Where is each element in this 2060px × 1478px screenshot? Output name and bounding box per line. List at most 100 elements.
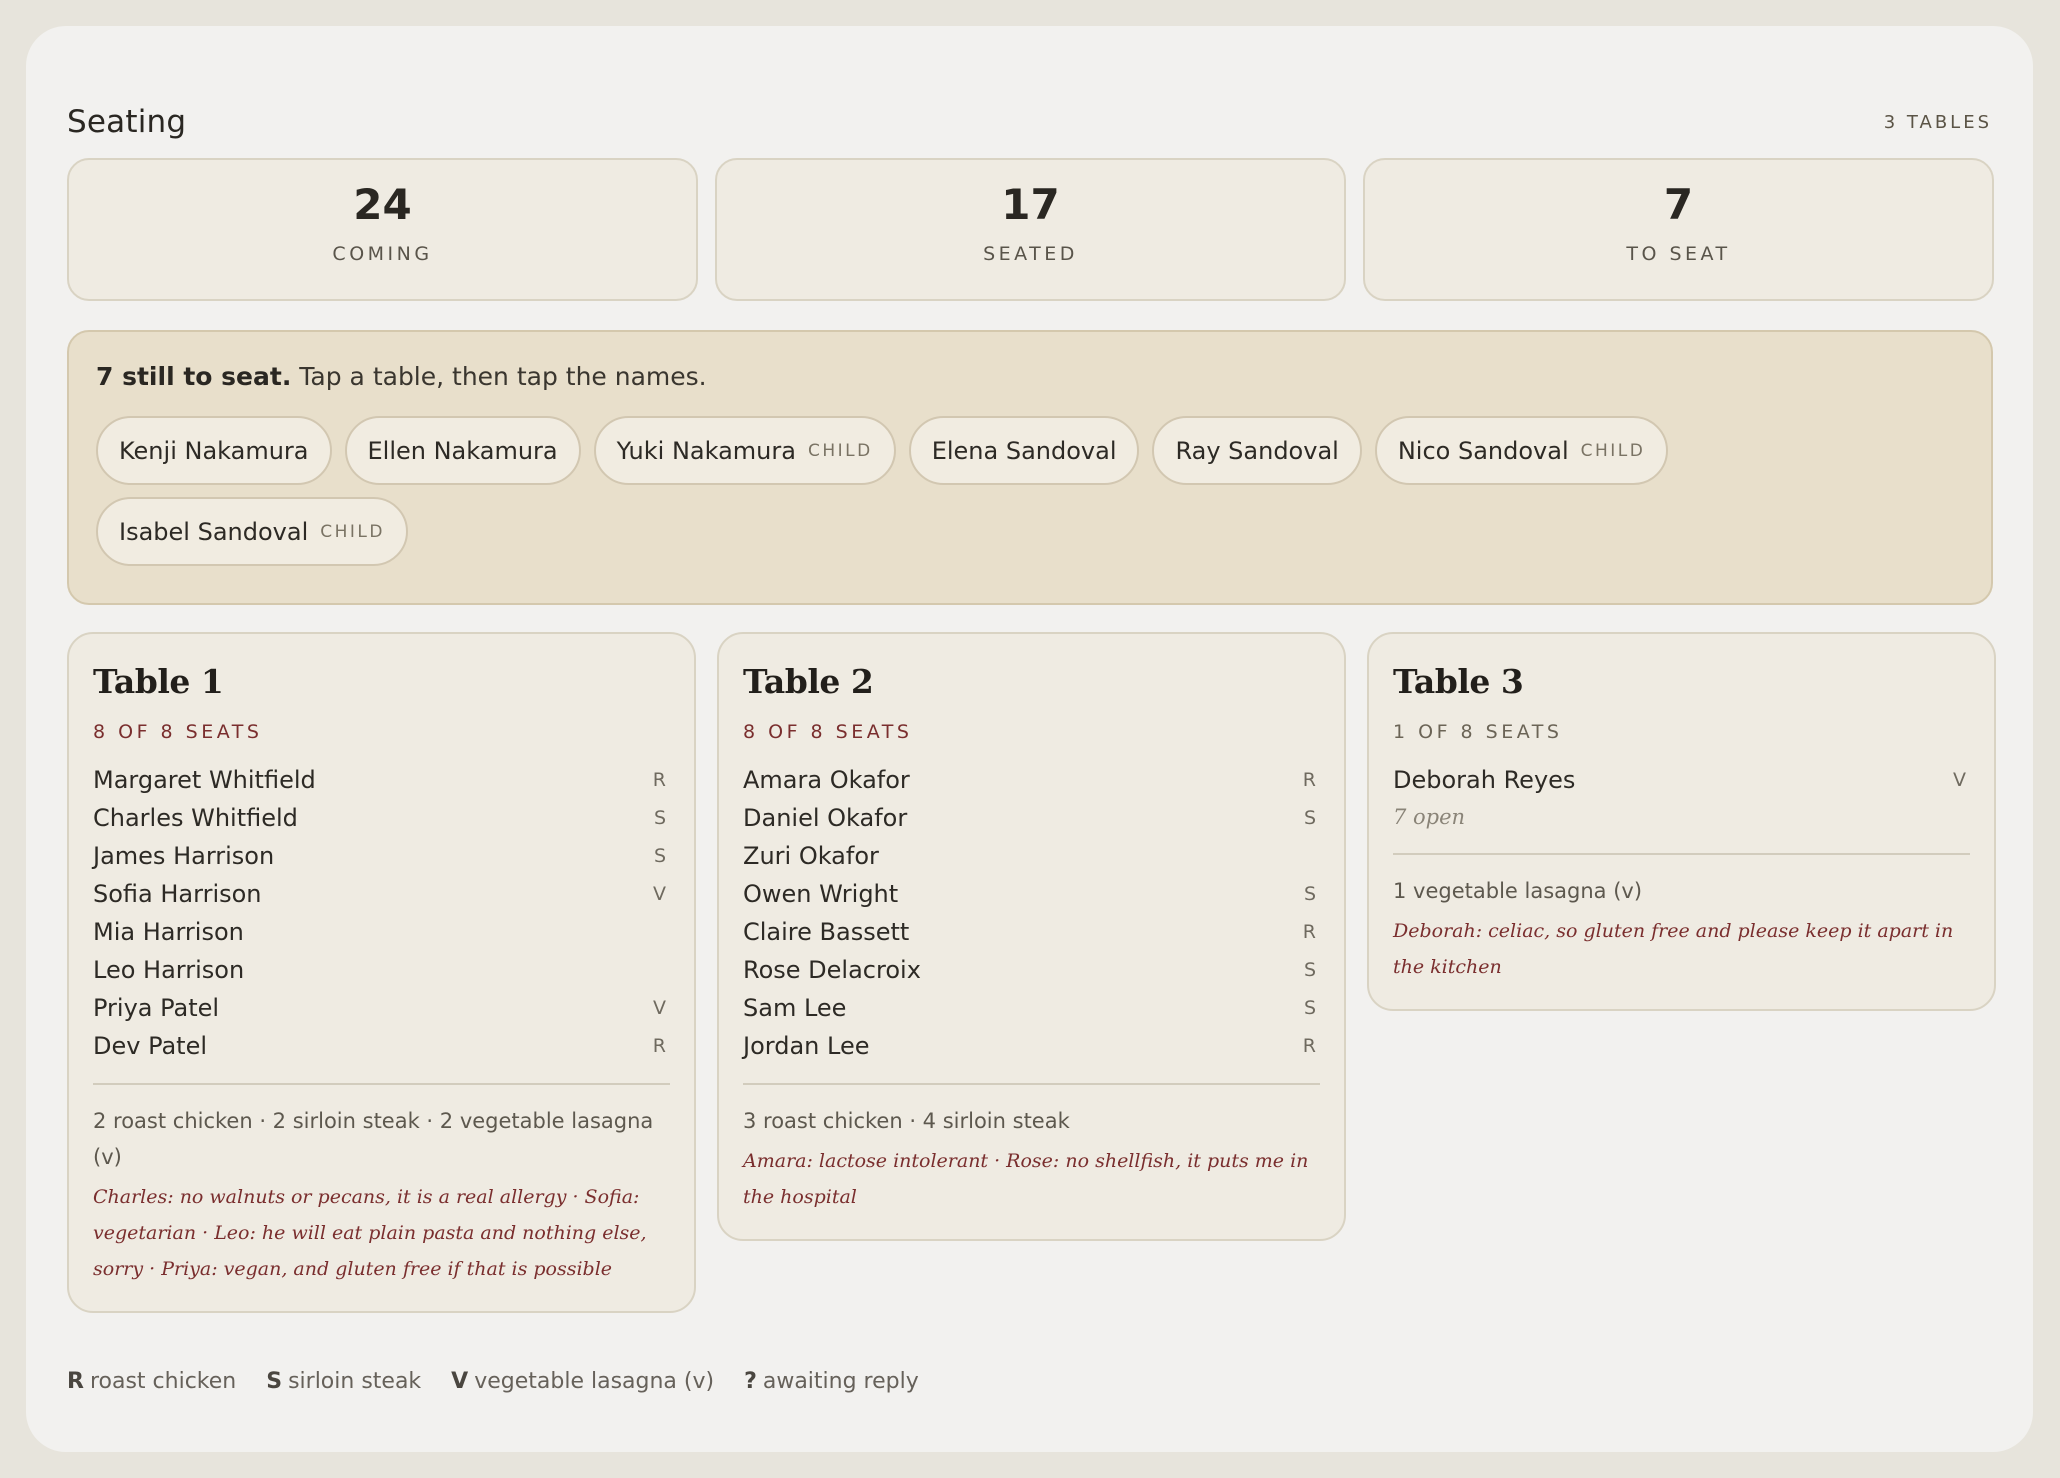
guest-name: Mia Harrison	[93, 918, 244, 946]
guest-name: Sofia Harrison	[93, 880, 262, 908]
legend-item: Vvegetable lasagna (v)	[451, 1369, 714, 1394]
table-guest[interactable]: Rose Delacroix S	[743, 951, 1320, 989]
stat-value: 7	[1663, 180, 1694, 229]
table-guest[interactable]: Deborah Reyes V	[1393, 761, 1970, 799]
dietary-notes: Charles: no walnuts or pecans, it is a r…	[93, 1186, 647, 1280]
legend-key: R	[67, 1369, 84, 1394]
unseated-guest-chip[interactable]: Isabel Sandoval CHILD	[96, 497, 408, 566]
guest-name: Zuri Okafor	[743, 842, 879, 870]
table-name: Table 1	[93, 662, 224, 701]
table-guest[interactable]: Leo Harrison	[93, 951, 670, 989]
table-guest[interactable]: Sam Lee S	[743, 989, 1320, 1027]
seating-card: Seating 3 TABLES 24 COMING 17 SEATED 7 T…	[26, 26, 2033, 1452]
table-guest[interactable]: Daniel Okafor S	[743, 799, 1320, 837]
stat-label: SEATED	[983, 243, 1078, 265]
guest-name: Kenji Nakamura	[119, 436, 309, 465]
guest-name: Rose Delacroix	[743, 956, 921, 984]
tables-grid: Table 1 8 OF 8 SEATS Margaret Whitfield R Ch…	[67, 632, 1996, 1313]
table-card-1[interactable]: Table 1 8 OF 8 SEATS Margaret Whitfield R Ch…	[67, 632, 696, 1313]
table-seat-count: 8 OF 8 SEATS	[743, 721, 913, 743]
stat-value: 17	[1001, 180, 1060, 229]
unseated-guest-chips: Kenji Nakamura Ellen Nakamura Yuki Nakamur…	[96, 416, 1696, 566]
guest-name: Jordan Lee	[743, 1032, 870, 1060]
guest-name: Priya Patel	[93, 994, 220, 1022]
guest-name: Claire Bassett	[743, 918, 910, 946]
divider	[93, 1083, 670, 1085]
guest-name: Amara Okafor	[743, 766, 910, 794]
table-card-2[interactable]: Table 2 8 OF 8 SEATS Amara Okafor R Daniel O…	[717, 632, 1346, 1241]
meal-code: R	[652, 1035, 666, 1057]
guest-name: Ellen Nakamura	[367, 436, 558, 465]
table-guest[interactable]: Margaret Whitfield R	[93, 761, 670, 799]
open-seats: 7 open	[1393, 805, 1466, 829]
table-guest[interactable]: Sofia Harrison V	[93, 875, 670, 913]
table-guest[interactable]: Owen Wright S	[743, 875, 1320, 913]
guest-name: James Harrison	[93, 842, 275, 870]
meal-summary: 1 vegetable lasagna (v)	[1393, 879, 1643, 903]
guest-name: Elena Sandoval	[931, 436, 1117, 465]
divider	[1393, 853, 1970, 855]
legend-label: vegetable lasagna (v)	[474, 1369, 715, 1394]
stat-seated: 17 SEATED	[715, 158, 1346, 301]
table-guest[interactable]: Amara Okafor R	[743, 761, 1320, 799]
table-guest-list: Margaret Whitfield R Charles Whitfield S Jam…	[93, 761, 670, 1065]
guest-name: Daniel Okafor	[743, 804, 908, 832]
unseated-guest-chip[interactable]: Kenji Nakamura	[96, 416, 332, 485]
table-guest[interactable]: Priya Patel V	[93, 989, 670, 1027]
legend-label: awaiting reply	[762, 1369, 919, 1394]
unseated-guest-chip[interactable]: Elena Sandoval	[908, 416, 1140, 485]
legend-key: V	[451, 1369, 469, 1394]
table-guest[interactable]: James Harrison S	[93, 837, 670, 875]
stat-label: TO SEAT	[1626, 243, 1731, 265]
page-title: Seating	[67, 104, 187, 140]
child-tag: CHILD	[807, 440, 873, 461]
meal-code: S	[653, 807, 666, 829]
unseated-guest-chip[interactable]: Ellen Nakamura	[344, 416, 581, 485]
meal-code: R	[1302, 769, 1316, 791]
table-guest[interactable]: Jordan Lee R	[743, 1027, 1320, 1065]
meal-code: S	[653, 845, 666, 867]
dietary-notes: Amara: lactose intolerant · Rose: no she…	[743, 1150, 1309, 1208]
guest-name: Nico Sandoval	[1397, 436, 1569, 465]
legend-key: S	[266, 1369, 283, 1394]
stat-coming: 24 COMING	[67, 158, 698, 301]
meal-code: S	[1303, 807, 1316, 829]
unseated-guest-chip[interactable]: Yuki Nakamura CHILD	[593, 416, 896, 485]
legend-item: Ssirloin steak	[266, 1369, 421, 1394]
legend-label: sirloin steak	[288, 1369, 422, 1394]
guest-name: Yuki Nakamura	[616, 436, 796, 465]
unseated-instructions: 7 still to seat. Tap a table, then tap t…	[96, 362, 1964, 391]
table-name: Table 2	[743, 662, 874, 701]
guest-name: Owen Wright	[743, 880, 899, 908]
unseated-guest-chip[interactable]: Nico Sandoval CHILD	[1374, 416, 1669, 485]
guest-name: Charles Whitfield	[93, 804, 298, 832]
meal-legend: Rroast chicken Ssirloin steak Vvegetable l…	[67, 1369, 919, 1394]
table-guest[interactable]: Mia Harrison	[93, 913, 670, 951]
legend-label: roast chicken	[89, 1369, 237, 1394]
table-name: Table 3	[1393, 662, 1524, 701]
divider	[743, 1083, 1320, 1085]
table-guest[interactable]: Claire Bassett R	[743, 913, 1320, 951]
meal-code: R	[1302, 1035, 1316, 1057]
child-tag: CHILD	[320, 521, 385, 542]
tables-count: 3 TABLES	[1883, 111, 1992, 133]
legend-key: ?	[744, 1369, 757, 1394]
unseated-guest-chip[interactable]: Ray Sandoval	[1152, 416, 1362, 485]
guest-name: Dev Patel	[93, 1032, 208, 1060]
legend-item: Rroast chicken	[67, 1369, 236, 1394]
table-seat-count: 1 OF 8 SEATS	[1393, 721, 1563, 743]
table-seat-count: 8 OF 8 SEATS	[93, 721, 263, 743]
meal-summary: 2 roast chicken · 2 sirloin steak · 2 ve…	[93, 1109, 654, 1169]
table-guest[interactable]: Zuri Okafor	[743, 837, 1320, 875]
table-guest-list: Amara Okafor R Daniel Okafor S Zuri Okafor Ow…	[743, 761, 1320, 1065]
stat-value: 24	[353, 180, 412, 229]
meal-summary: 3 roast chicken · 4 sirloin steak	[743, 1109, 1070, 1133]
meal-code: V	[653, 997, 666, 1019]
table-guest[interactable]: Charles Whitfield S	[93, 799, 670, 837]
guest-name: Leo Harrison	[93, 956, 245, 984]
child-tag: CHILD	[1580, 440, 1646, 461]
table-card-3[interactable]: Table 3 1 OF 8 SEATS Deborah Reyes V 7 open 1…	[1367, 632, 1996, 1011]
guest-name: Margaret Whitfield	[93, 766, 316, 794]
table-guest[interactable]: Dev Patel R	[93, 1027, 670, 1065]
meal-code: R	[1302, 921, 1316, 943]
